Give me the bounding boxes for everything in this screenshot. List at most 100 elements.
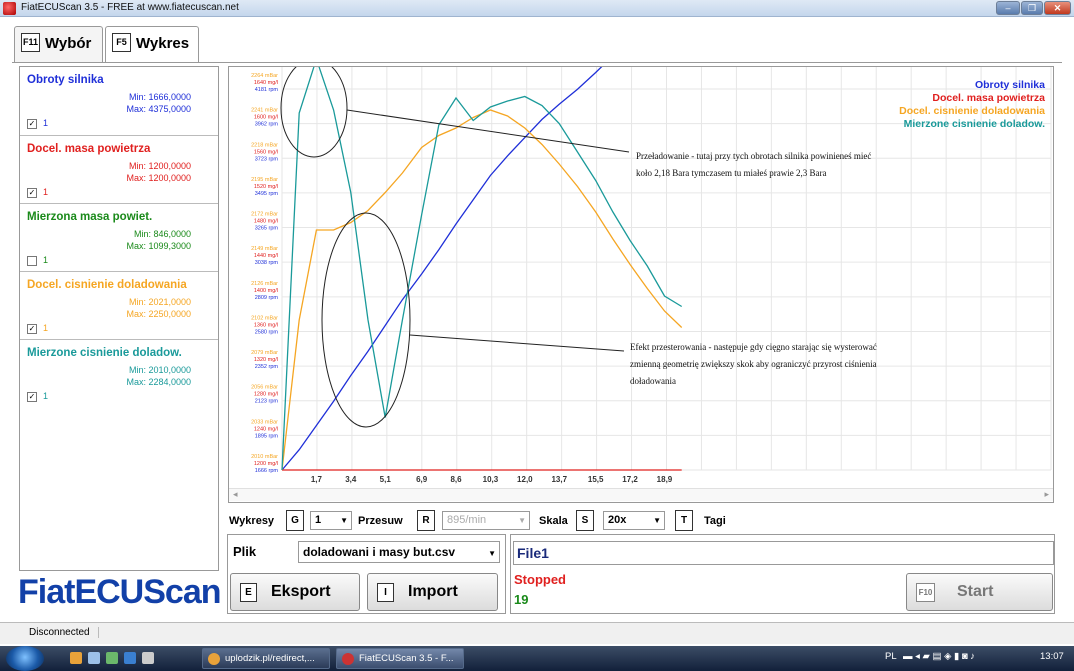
x-tick-label: 5,1 (380, 475, 392, 484)
tab-wykres[interactable]: F5 Wykres (105, 26, 199, 63)
import-key: I (377, 583, 394, 602)
channel-max: Max: 2250,0000 (126, 309, 191, 319)
channel-max: Max: 2284,0000 (126, 377, 191, 387)
annotation-text: doładowania (630, 376, 676, 386)
connection-status: Disconnected (29, 627, 99, 638)
eksport-button[interactable]: E Eksport (230, 573, 360, 611)
y-tick-label: 1200 mg/l (254, 461, 278, 467)
scroll-right-icon[interactable]: ▸ (1044, 489, 1049, 500)
plik-value: doladowani i masy but.csv (303, 545, 456, 559)
chart-frame: 2264 mBar 1640 mg/l 4181 rpm 2241 mBar 1600 … (228, 66, 1054, 503)
y-tick-label: 3038 rpm (255, 260, 279, 266)
x-tick-label: 18,9 (657, 475, 673, 484)
y-tick-label: 2172 mBar (251, 212, 278, 218)
channel-checkbox[interactable]: ✓ (27, 392, 37, 402)
channel-checkbox[interactable] (27, 256, 37, 266)
legend-entry: Mierzone cisnienie doladow. (904, 118, 1045, 130)
taskbar-item[interactable]: uplodzik.pl/redirect,... (202, 648, 330, 669)
desktop-icon[interactable] (88, 652, 100, 664)
channel-checkbox[interactable]: ✓ (27, 119, 37, 129)
channel-item: Docel. cisnienie doladowania Min: 2021,0… (20, 272, 218, 340)
taskbar-item[interactable]: FiatECUScan 3.5 - F... (336, 648, 464, 669)
y-tick-label: 1666 rpm (255, 468, 279, 474)
tab-key-f5: F5 (112, 33, 131, 52)
legend-entry: Docel. cisnienie doladowania (899, 105, 1045, 117)
tray-icons[interactable]: ▬ ◂ ▰ ▤ ◈ ▮ ◙ ♪ (903, 651, 975, 662)
maximize-button[interactable]: ❐ (1021, 1, 1043, 15)
start-orb-icon[interactable] (6, 646, 44, 671)
channel-min: Min: 2021,0000 (128, 297, 191, 307)
ie-icon[interactable] (124, 652, 136, 664)
tab-label-wybor: Wybór (45, 35, 92, 52)
y-tick-label: 1480 mg/l (254, 219, 278, 225)
tagi-label: Tagi (704, 515, 726, 527)
przesuw-select[interactable]: 895/min ▼ (442, 511, 530, 530)
clock[interactable]: 13:07 (1040, 651, 1064, 662)
firefox-icon[interactable] (70, 652, 82, 664)
fiatecuscan-logo: FiatECUScan (18, 573, 221, 611)
minimize-button[interactable]: – (996, 1, 1020, 15)
channel-scale: 1 (43, 323, 49, 333)
skala-select[interactable]: 20x ▼ (603, 511, 665, 530)
y-tick-label: 2123 rpm (255, 399, 279, 405)
y-tick-label: 1440 mg/l (254, 253, 278, 259)
x-tick-label: 6,9 (416, 475, 428, 484)
channel-checkbox[interactable]: ✓ (27, 324, 37, 334)
import-button[interactable]: I Import (367, 573, 498, 611)
explorer-icon[interactable] (106, 652, 118, 664)
channel-name: Mierzona masa powiet. (27, 211, 153, 223)
file-name-field[interactable]: File1 (513, 541, 1054, 565)
annotation-text: koło 2,18 Bara tymczasem tu miałeś prawi… (636, 168, 826, 178)
x-tick-label: 10,3 (483, 475, 499, 484)
x-tick-label: 3,4 (345, 475, 357, 484)
skala-label: Skala (539, 515, 568, 527)
wykresy-value: 1 (315, 514, 322, 526)
channel-panel: Obroty silnika Min: 1666,0000 Max: 4375,… (19, 66, 219, 571)
taskbar-item-label: FiatECUScan 3.5 - F... (359, 653, 454, 664)
channel-min: Min: 846,0000 (133, 229, 191, 239)
plik-select[interactable]: doladowani i masy but.csv ▼ (298, 541, 500, 563)
channel-min: Min: 1666,0000 (128, 92, 191, 102)
eksport-label: Eksport (271, 583, 331, 600)
y-tick-label: 2264 mBar (251, 73, 278, 79)
x-tick-label: 12,0 (517, 475, 533, 484)
x-tick-label: 8,6 (450, 475, 462, 484)
y-tick-label: 1320 mg/l (254, 357, 278, 363)
start-button[interactable]: F10 Start (906, 573, 1053, 611)
channel-item: Mierzona masa powiet. Min: 846,0000 Max:… (20, 204, 218, 272)
chevron-down-icon: ▼ (488, 549, 496, 558)
y-tick-label: 2218 mBar (251, 142, 278, 148)
x-tick-label: 1,7 (311, 475, 323, 484)
tab-wybor[interactable]: F11 Wybór (14, 26, 103, 62)
y-tick-label: 3723 rpm (255, 156, 279, 162)
channel-checkbox[interactable]: ✓ (27, 188, 37, 198)
x-tick-label: 15,5 (588, 475, 604, 484)
legend-entry: Docel. masa powietrza (932, 92, 1045, 104)
language-indicator[interactable]: PL (885, 651, 897, 662)
y-tick-label: 4181 rpm (255, 87, 279, 93)
y-tick-label: 1240 mg/l (254, 426, 278, 432)
chevron-down-icon: ▼ (340, 516, 348, 525)
annotation-text: zmienną geometrię zwiększy skok aby ogra… (630, 359, 877, 369)
plik-label: Plik (233, 544, 257, 559)
taskbar: uplodzik.pl/redirect,... FiatECUScan 3.5… (0, 646, 1074, 671)
chart-scrollbar[interactable]: ◂ ▸ (229, 488, 1053, 501)
przesuw-label: Przesuw (358, 515, 403, 527)
channel-name: Obroty silnika (27, 74, 104, 86)
close-button[interactable]: ✕ (1044, 1, 1071, 15)
x-tick-label: 13,7 (551, 475, 567, 484)
channel-min: Min: 2010,0000 (128, 365, 191, 375)
y-tick-label: 1400 mg/l (254, 288, 278, 294)
chrome-icon (208, 653, 220, 665)
app-shortcut-icon[interactable] (142, 652, 154, 664)
y-tick-label: 2352 rpm (255, 364, 279, 370)
run-status: Stopped (514, 572, 566, 587)
chevron-down-icon: ▼ (518, 516, 526, 525)
scroll-left-icon[interactable]: ◂ (233, 489, 238, 500)
title-bar: FiatECUScan 3.5 - FREE at www.fiatecusca… (0, 0, 1074, 17)
y-tick-label: 1895 rpm (255, 433, 279, 439)
x-tick-label: 17,2 (622, 475, 638, 484)
channel-scale: 1 (43, 187, 49, 197)
tagi-key[interactable]: T (675, 510, 693, 531)
wykresy-select[interactable]: 1 ▼ (310, 511, 352, 530)
